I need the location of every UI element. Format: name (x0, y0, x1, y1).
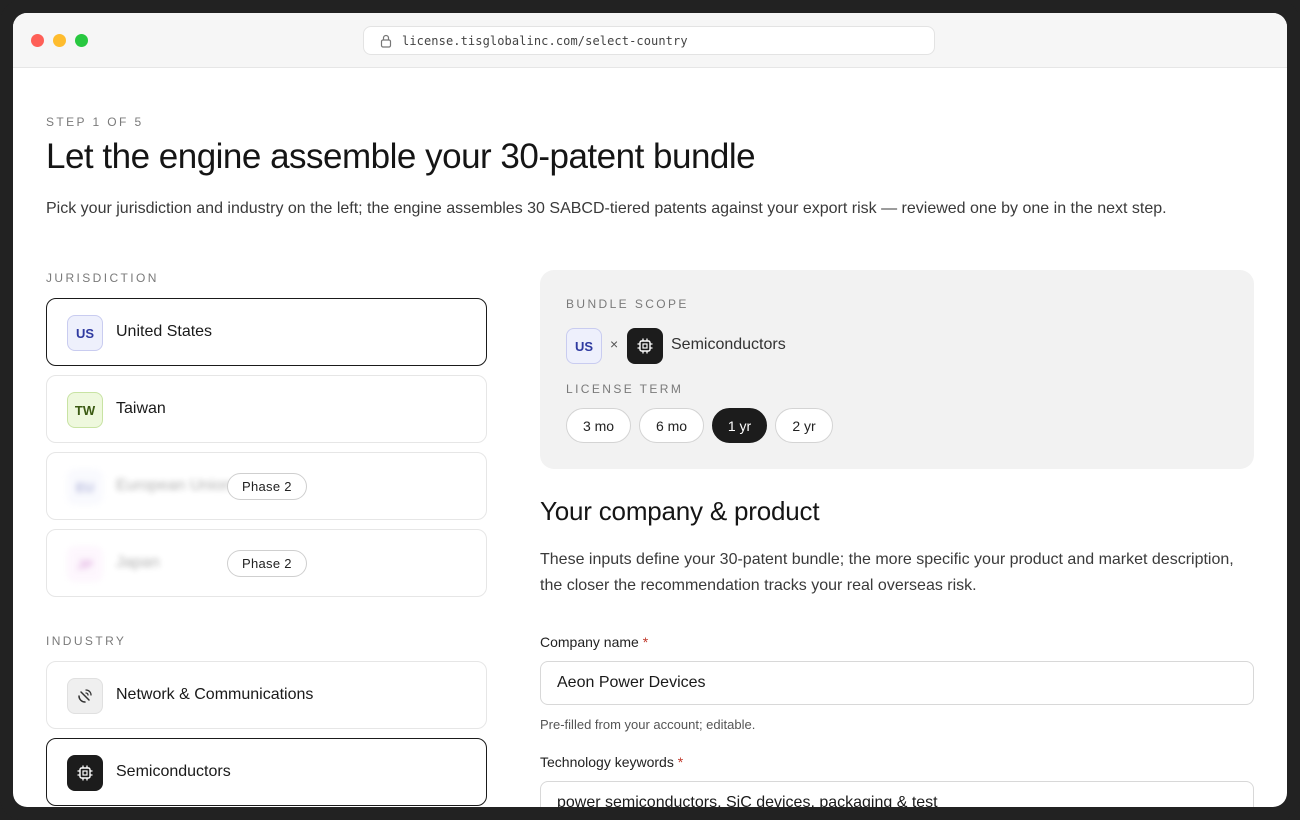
company-name-input[interactable]: Aeon Power Devices (540, 661, 1254, 705)
step-indicator: STEP 1 OF 5 (46, 115, 144, 129)
jurisdiction-option-tw[interactable]: TW Taiwan (46, 375, 487, 443)
industry-option-semiconductors[interactable]: Semiconductors (46, 738, 487, 806)
term-option-6mo[interactable]: 6 mo (639, 408, 704, 443)
bundle-scope-label: BUNDLE SCOPE (566, 297, 689, 311)
page-title: Let the engine assemble your 30-patent b… (46, 137, 756, 176)
url-text: license.tisglobalinc.com/select-country (402, 34, 688, 48)
browser-titlebar: license.tisglobalinc.com/select-country (13, 13, 1287, 68)
term-option-1yr[interactable]: 1 yr (712, 408, 767, 443)
scope-country-badge: US (566, 328, 602, 364)
jurisdiction-option-label: United States (116, 323, 213, 340)
industry-option-label: Network & Communications (116, 686, 314, 703)
term-option-2yr[interactable]: 2 yr (775, 408, 833, 443)
scope-times-symbol: × (610, 336, 619, 352)
maximize-window-button[interactable] (75, 34, 88, 47)
industry-option-network[interactable]: Network & Communications (46, 661, 487, 729)
country-code-badge: EU (67, 469, 103, 505)
technology-keywords-input[interactable]: power semiconductors, SiC devices, packa… (540, 781, 1254, 807)
page-subtitle: Pick your jurisdiction and industry on t… (46, 200, 1167, 217)
jurisdiction-option-us[interactable]: US United States (46, 298, 487, 366)
address-bar[interactable]: license.tisglobalinc.com/select-country (363, 26, 935, 55)
company-section-description: These inputs define your 30-patent bundl… (540, 551, 1234, 594)
chip-icon (67, 755, 103, 791)
satellite-dish-icon (67, 678, 103, 714)
page-content: STEP 1 OF 5 Let the engine assemble your… (13, 69, 1287, 807)
technology-keywords-label: Technology keywords * (540, 754, 684, 770)
jurisdiction-option-label: Japan (116, 554, 160, 571)
scope-industry-name: Semiconductors (671, 336, 786, 353)
lock-icon (380, 34, 392, 48)
jurisdiction-option-label: European Union (116, 477, 232, 494)
browser-window: license.tisglobalinc.com/select-country … (13, 13, 1287, 807)
bundle-scope-panel: BUNDLE SCOPE US × Semiconductors LICENSE… (540, 270, 1254, 469)
country-code-badge: TW (67, 392, 103, 428)
country-code-badge: US (67, 315, 103, 351)
company-name-hint: Pre-filled from your account; editable. (540, 717, 756, 732)
jurisdiction-option-label: Taiwan (116, 400, 166, 417)
phase-badge: Phase 2 (227, 473, 307, 500)
device-frame: license.tisglobalinc.com/select-country … (0, 0, 1300, 820)
minimize-window-button[interactable] (53, 34, 66, 47)
license-term-label: LICENSE TERM (566, 382, 684, 396)
chip-icon (627, 328, 663, 364)
term-option-3mo[interactable]: 3 mo (566, 408, 631, 443)
phase-badge: Phase 2 (227, 550, 307, 577)
company-section-heading: Your company & product (540, 496, 820, 526)
close-window-button[interactable] (31, 34, 44, 47)
required-marker: * (677, 754, 684, 770)
industry-option-label: Semiconductors (116, 763, 231, 780)
jurisdiction-option-jp: JP Japan Phase 2 (46, 529, 487, 597)
jurisdiction-option-eu: EU European Union Phase 2 (46, 452, 487, 520)
industry-label: INDUSTRY (46, 634, 127, 648)
jurisdiction-label: JURISDICTION (46, 271, 159, 285)
country-code-badge: JP (67, 546, 103, 582)
required-marker: * (642, 634, 649, 650)
company-name-label: Company name * (540, 634, 649, 650)
